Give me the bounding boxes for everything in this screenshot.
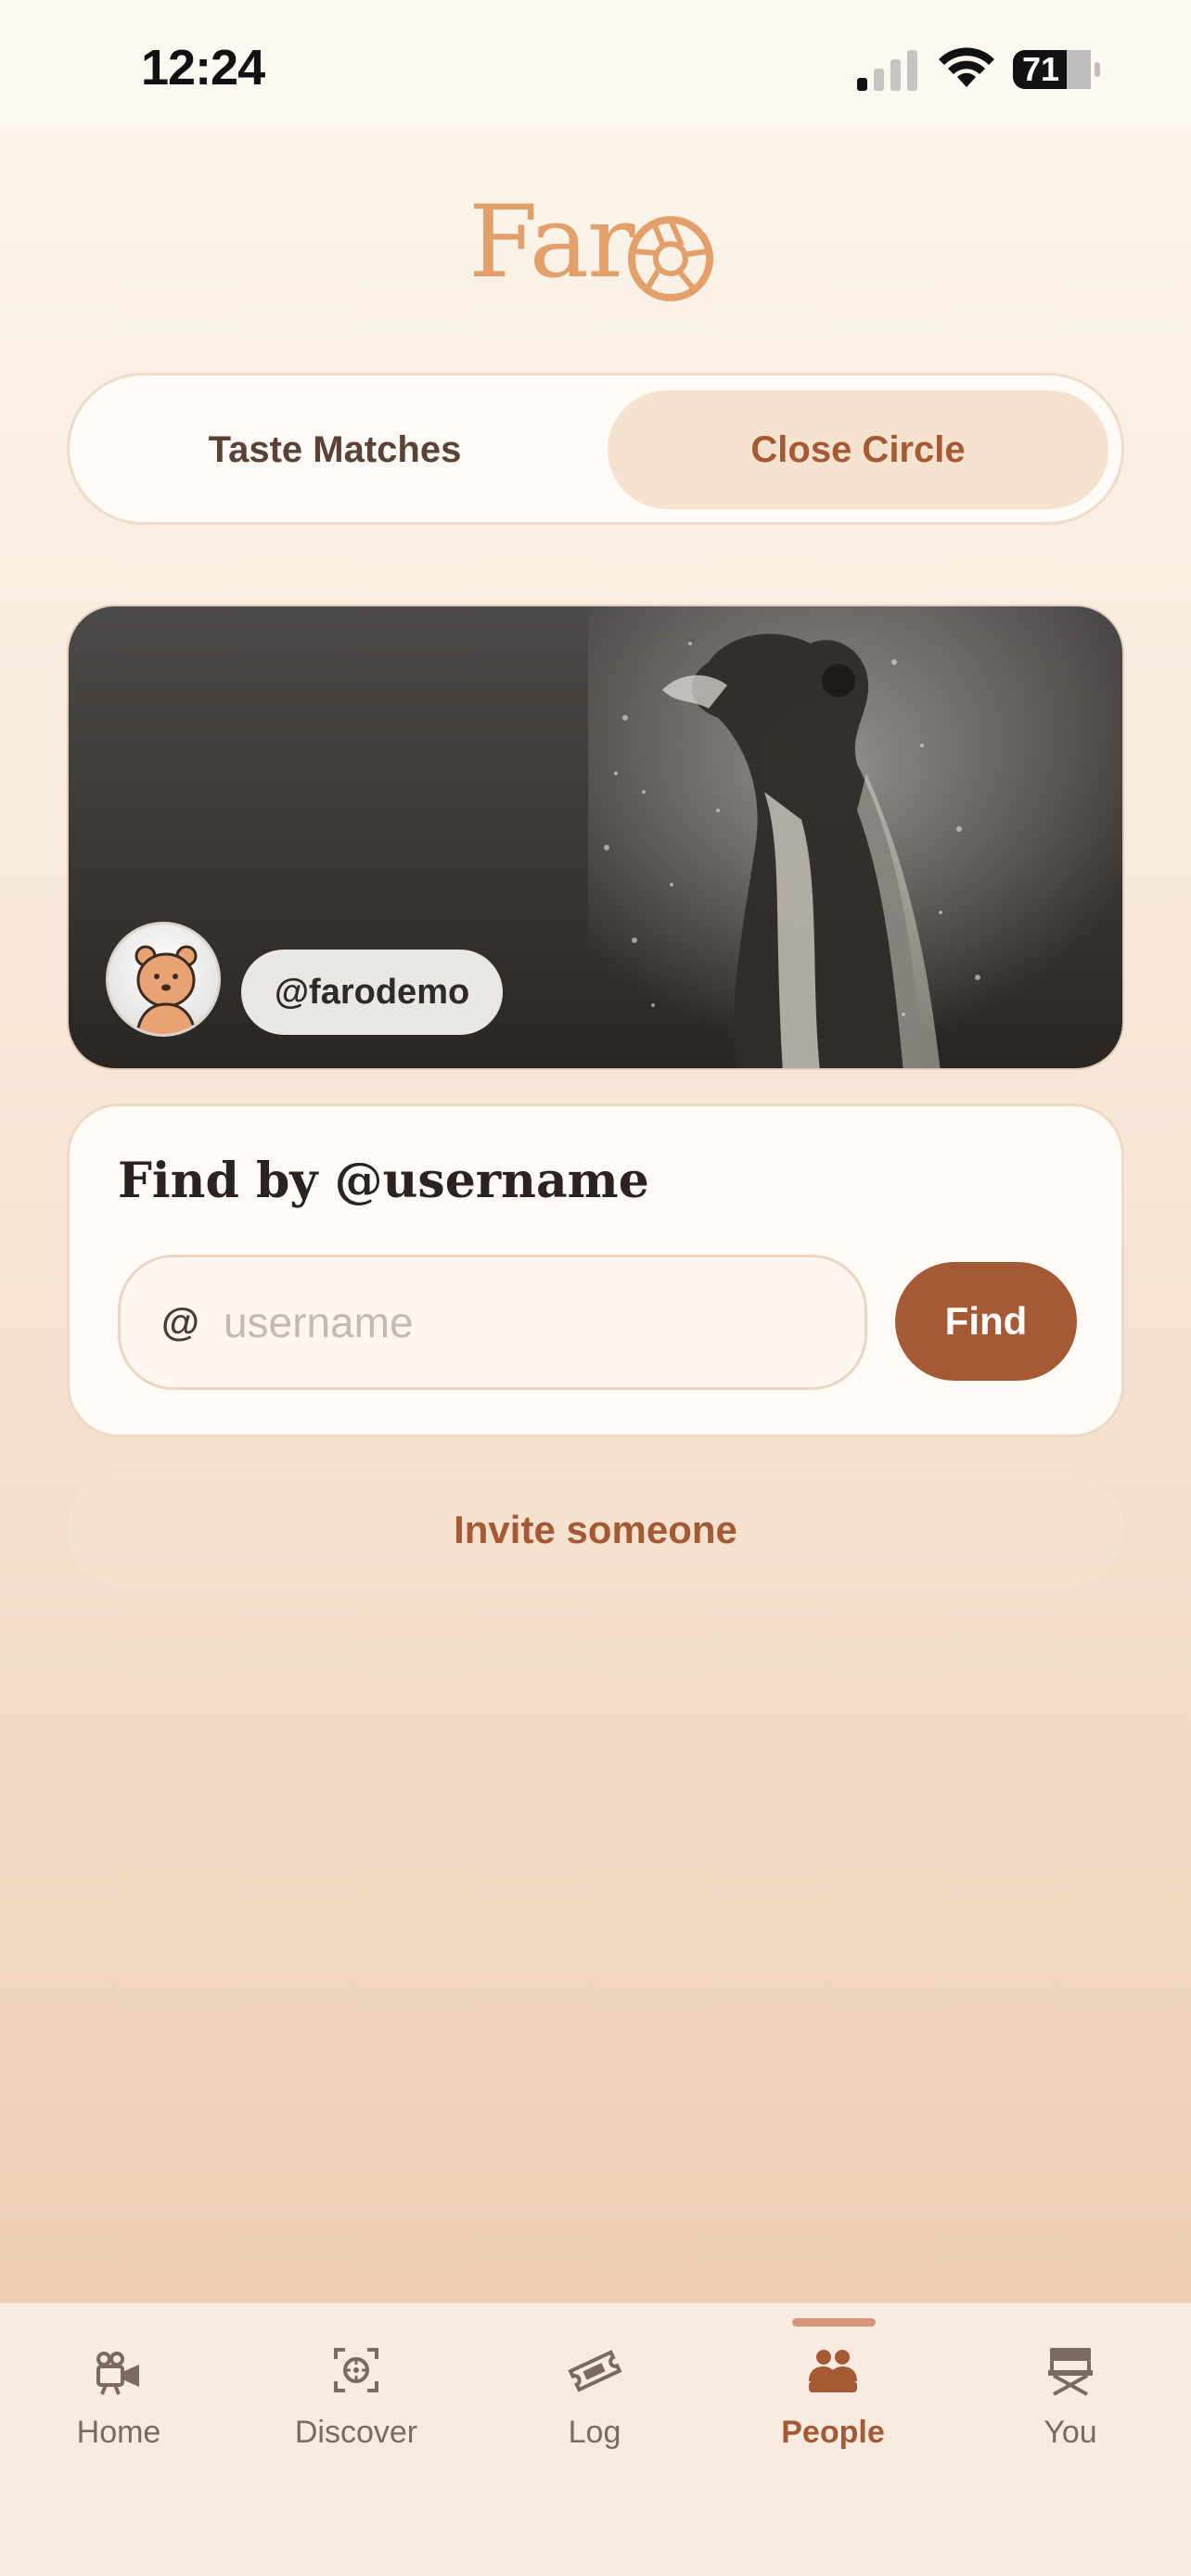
status-time: 12:24 xyxy=(141,40,265,96)
username-input[interactable] xyxy=(223,1297,780,1347)
invite-someone-button[interactable]: Invite someone xyxy=(67,1473,1124,1588)
tab-people[interactable]: People xyxy=(740,2340,926,2470)
tab-taste-matches[interactable]: Taste Matches xyxy=(84,390,585,509)
segmented-control: Taste Matches Close Circle xyxy=(67,373,1124,525)
username-field[interactable]: @ xyxy=(118,1255,867,1390)
tab-log[interactable]: Log xyxy=(502,2340,687,2470)
logo-text: Far xyxy=(468,185,635,300)
battery-indicator: 71 xyxy=(1011,46,1104,93)
tab-home-label: Home xyxy=(76,2415,161,2450)
faro-logo: Far xyxy=(468,181,728,311)
focus-reel-icon xyxy=(334,2348,378,2392)
tab-you-label: You xyxy=(1044,2415,1097,2450)
avatar[interactable] xyxy=(106,922,221,1037)
wifi-icon xyxy=(939,47,994,87)
aperture-icon xyxy=(628,216,713,301)
tab-log-label: Log xyxy=(568,2415,621,2450)
camera-megaphone-icon xyxy=(96,2352,139,2395)
profile-banner[interactable]: @farodemo xyxy=(67,605,1124,1070)
bear-banner-image xyxy=(588,606,1122,1068)
find-card-title: Find by @username xyxy=(118,1153,649,1209)
tab-home[interactable]: Home xyxy=(26,2340,211,2470)
profile-handle-chip[interactable]: @farodemo xyxy=(241,950,504,1035)
ticket-icon xyxy=(568,2350,622,2392)
find-button[interactable]: Find xyxy=(895,1262,1077,1381)
battery-level: 71 xyxy=(1022,50,1060,88)
tab-bar: Home Discover Log People You xyxy=(0,2302,1191,2576)
people-icon xyxy=(809,2350,857,2392)
bear-avatar-icon xyxy=(134,945,198,1034)
tab-close-circle[interactable]: Close Circle xyxy=(608,390,1108,509)
status-bar: 12:24 71 xyxy=(0,0,1191,130)
tab-discover-label: Discover xyxy=(294,2415,418,2450)
active-tab-indicator xyxy=(792,2318,876,2327)
tab-discover[interactable]: Discover xyxy=(263,2340,449,2470)
at-prefix: @ xyxy=(161,1300,199,1344)
find-by-username-card: Find by @username @ Find xyxy=(67,1103,1124,1437)
tab-you[interactable]: You xyxy=(978,2340,1163,2470)
tab-people-label: People xyxy=(781,2415,885,2450)
director-chair-icon xyxy=(1048,2348,1093,2396)
cellular-signal-icon xyxy=(857,50,917,91)
